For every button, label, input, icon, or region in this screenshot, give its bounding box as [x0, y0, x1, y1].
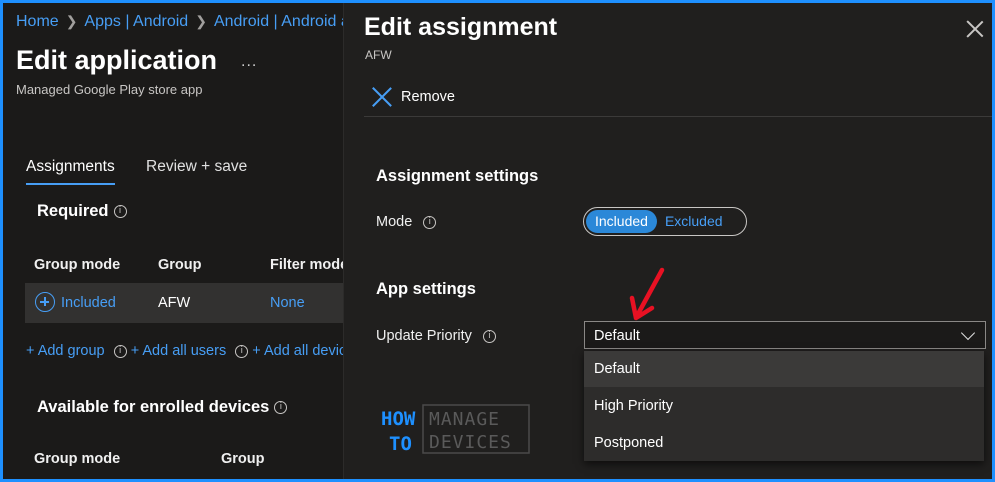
add-circle-icon: [35, 292, 55, 312]
app-settings-title: App settings: [376, 280, 476, 298]
update-priority-label: Update Priority i: [376, 328, 496, 344]
svg-text:TO: TO: [389, 433, 412, 455]
column-header-group-mode: Group mode: [34, 257, 121, 273]
breadcrumb-apps-android[interactable]: Apps | Android: [84, 13, 188, 30]
update-priority-label-text: Update Priority: [376, 328, 472, 344]
column-header-group: Group: [158, 257, 202, 273]
required-label: Required: [37, 202, 109, 220]
tab-assignments[interactable]: Assignments: [26, 158, 115, 185]
column-header-filter-mode: Filter mode: [270, 257, 343, 273]
panel-subtitle: AFW: [365, 48, 392, 62]
svg-text:DEVICES: DEVICES: [429, 432, 512, 453]
column-header-group-mode: Group mode: [34, 451, 121, 467]
menu-option-postponed[interactable]: Postponed: [584, 425, 984, 461]
svg-text:HOW: HOW: [381, 408, 416, 430]
row-filter-mode[interactable]: None: [270, 295, 305, 311]
breadcrumb-home[interactable]: Home: [16, 13, 59, 30]
add-all-users-link[interactable]: + Add all users: [131, 343, 227, 359]
available-label: Available for enrolled devices: [37, 398, 270, 416]
breadcrumb-chevron-icon: ❯: [65, 13, 78, 29]
menu-option-high-priority[interactable]: High Priority: [584, 388, 984, 424]
mode-label-text: Mode: [376, 214, 413, 230]
row-group: AFW: [158, 295, 191, 311]
info-icon[interactable]: i: [113, 205, 127, 219]
page-title: Edit application: [16, 45, 218, 75]
column-header-group: Group: [221, 451, 265, 467]
annotation-arrow-icon: [629, 267, 665, 321]
remove-label: Remove: [401, 89, 455, 105]
required-section-title: Required i: [37, 202, 127, 221]
update-priority-menu: Default High Priority Postponed: [584, 351, 984, 461]
svg-text:MANAGE: MANAGE: [429, 409, 500, 430]
breadcrumb-android-apps[interactable]: Android | Android apps: [214, 13, 343, 30]
mode-option-excluded[interactable]: Excluded: [657, 210, 731, 233]
available-section-title: Available for enrolled devices i: [37, 398, 288, 417]
remove-button[interactable]: Remove: [372, 87, 455, 107]
chevron-down-icon: [960, 325, 976, 341]
edit-assignment-panel: Edit assignment AFW Remove Assignment se…: [343, 3, 993, 479]
tab-review-save[interactable]: Review + save: [146, 158, 247, 176]
mode-label: Mode i: [376, 214, 437, 230]
add-group-link[interactable]: + Add group: [26, 343, 105, 359]
update-priority-dropdown[interactable]: Default: [584, 321, 986, 349]
info-icon[interactable]: i: [274, 401, 288, 415]
mode-toggle[interactable]: Included Excluded: [583, 207, 747, 236]
panel-title: Edit assignment: [364, 13, 558, 41]
more-options-icon[interactable]: ...: [241, 53, 257, 71]
page-subtitle: Managed Google Play store app: [16, 82, 203, 97]
row-group-mode: Included: [61, 295, 116, 311]
table-row[interactable]: Included AFW None: [25, 283, 343, 323]
info-icon[interactable]: i: [235, 344, 249, 358]
breadcrumb-chevron-icon: ❯: [195, 13, 207, 29]
menu-option-default[interactable]: Default: [584, 351, 984, 387]
info-icon[interactable]: i: [482, 329, 496, 343]
info-icon[interactable]: i: [423, 215, 437, 229]
assignment-settings-title: Assignment settings: [376, 167, 539, 185]
info-icon[interactable]: i: [113, 344, 127, 358]
breadcrumb: Home ❯ Apps | Android ❯ Android | Android ap…: [16, 13, 343, 31]
edit-application-pane: Home ❯ Apps | Android ❯ Android | Android ap…: [3, 3, 343, 479]
remove-x-icon: [372, 87, 392, 107]
how-to-manage-devices-logo: HOW TO MANAGE DEVICES: [381, 404, 530, 455]
dropdown-selected-value: Default: [594, 328, 640, 344]
close-icon[interactable]: [966, 20, 984, 38]
add-all-devices-link[interactable]: + Add all devices: [252, 343, 343, 359]
divider: [364, 116, 993, 117]
add-links: + Add group i + Add all users i + Add al…: [26, 343, 343, 359]
mode-option-included[interactable]: Included: [586, 210, 657, 233]
